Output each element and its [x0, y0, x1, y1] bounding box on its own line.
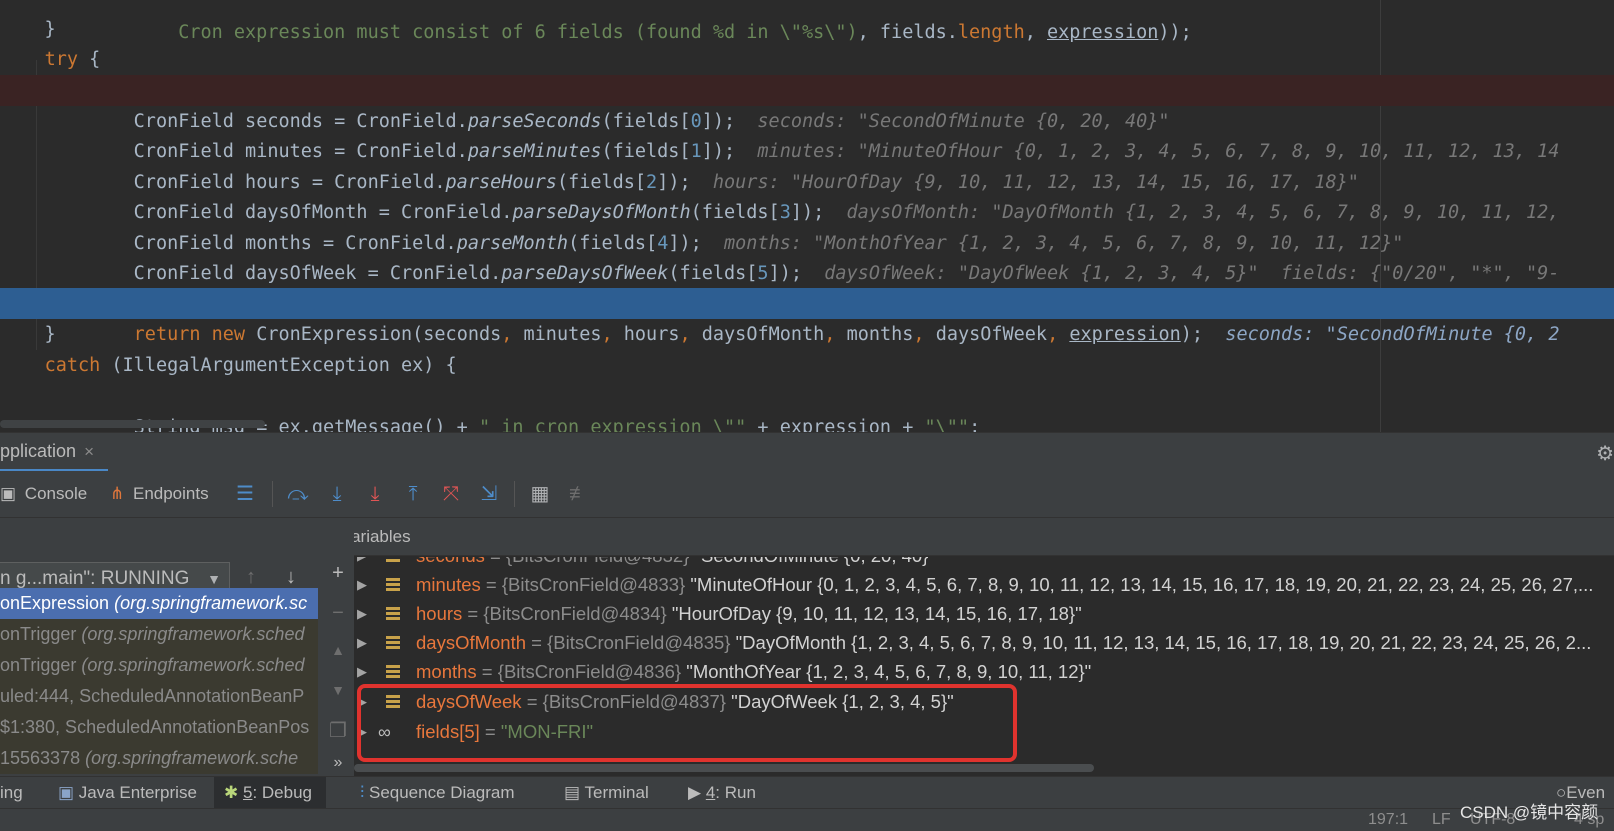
tool-tab-java-enterprise[interactable]: ▣ Java Enterprise [58, 777, 197, 809]
bug-icon: ✱ [224, 783, 239, 802]
frame-item[interactable]: 15563378 (org.springframework.sche [0, 743, 318, 774]
evaluate-expression-icon[interactable]: ▦ [527, 482, 553, 506]
close-icon[interactable]: × [84, 442, 94, 461]
debug-tool-window-header: pplication × ⚙ [0, 432, 1614, 472]
code-line-breakpoint: CronField seconds = CronField.parseSecon… [0, 75, 1614, 132]
step-out-icon[interactable]: ⤒ [400, 482, 426, 506]
code-line: catch (IllegalArgumentException ex) { [44, 355, 457, 376]
copy-icon[interactable]: ❐ [328, 718, 348, 743]
layout-menu-icon[interactable]: ☰ [232, 482, 258, 506]
code-line: CronField hours = CronField.parseHours(f… [133, 172, 1359, 193]
code-line: } [0, 324, 56, 345]
frame-item-selected[interactable]: onExpression (org.springframework.sc [0, 588, 318, 619]
java-enterprise-icon: ▣ [58, 783, 75, 802]
line-separator[interactable]: LF [1432, 809, 1451, 831]
expand-arrow-icon[interactable]: ▶ [357, 599, 367, 629]
trace-stream-icon[interactable]: ≢ [566, 482, 592, 506]
force-step-into-icon[interactable]: ⤓ [362, 482, 388, 506]
tool-window-bar: ing ▣ Java Enterprise ✱ 5: Debug ⫶ Seque… [0, 776, 1614, 809]
variables-side-toolbar: + − ▲ ▼ ❐ » [320, 518, 354, 776]
field-icon [386, 578, 400, 593]
current-execution-line: return new CronExpression(seconds, minut… [0, 288, 1614, 345]
toolbar-divider [514, 481, 515, 507]
tool-tab-debug[interactable]: ✱ 5: Debug [214, 777, 326, 809]
toolbar-divider [272, 481, 273, 507]
run-to-cursor-icon[interactable]: ⇲ [476, 482, 502, 506]
frame-item[interactable]: onTrigger (org.springframework.sched [0, 650, 318, 681]
console-tab[interactable]: ▣ Console [0, 471, 87, 517]
variable-row[interactable]: ▶ daysOfMonth = {BitsCronField@4835} "Da… [354, 628, 1614, 658]
tool-tab-terminal[interactable]: ▤ Terminal [564, 777, 649, 809]
code-line: } [0, 19, 56, 40]
add-watch-icon[interactable]: + [328, 562, 348, 585]
caret-position[interactable]: 197:1 [1368, 809, 1408, 831]
frame-item[interactable]: onTrigger (org.springframework.sched [0, 619, 318, 650]
field-icon [386, 665, 400, 680]
step-over-icon[interactable]: ⤼ [285, 482, 311, 506]
sequence-diagram-icon: ⫶ [360, 783, 365, 802]
inline-debug-value: daysOfWeek: "DayOfWeek {1, 2, 3, 4, 5}" … [824, 263, 1560, 284]
variable-row[interactable]: ▶ hours = {BitsCronField@4834} "HourOfDa… [354, 599, 1614, 629]
variable-row[interactable]: ▶ minutes = {BitsCronField@4833} "Minute… [354, 570, 1614, 600]
code-line: CronField months = CronField.parseMonth(… [133, 233, 1404, 254]
variable-row[interactable]: ▶ months = {BitsCronField@4836} "MonthOf… [354, 657, 1614, 687]
variables-horizontal-scrollbar[interactable] [354, 764, 1094, 772]
run-config-tab[interactable]: pplication × [0, 433, 108, 472]
console-icon: ▣ [0, 484, 17, 503]
arrow-up-icon[interactable]: ↑ [246, 566, 256, 589]
endpoints-tab[interactable]: ⋔ Endpoints [110, 471, 209, 517]
expand-arrow-icon[interactable]: ▶ [357, 570, 367, 600]
more-icon[interactable]: » [328, 754, 348, 772]
expand-arrow-icon[interactable]: ▶ [357, 657, 367, 687]
expand-arrow-icon[interactable]: ▶ [357, 628, 367, 658]
variable-row[interactable]: ▶ seconds = {BitsCronField@4832} "Second… [354, 557, 1614, 571]
code-line: CronField minutes = CronField.parseMinut… [133, 141, 1560, 162]
debugger-toolbar: ▣ Console ⋔ Endpoints ☰ ⤼ ⤓ ⤓ ⤒ ⤧ ⇲ ▦ ≢ [0, 471, 1614, 518]
frame-item[interactable]: $1:380, ScheduledAnnotationBeanPos [0, 712, 318, 743]
arrow-down-icon[interactable]: ↓ [286, 566, 296, 589]
expand-arrow-icon[interactable]: ▶ [357, 557, 367, 571]
gear-icon[interactable]: ⚙ [1596, 441, 1614, 466]
code-line: CronField daysOfWeek = CronField.parseDa… [133, 263, 1560, 284]
frames-panel: n g...main": RUNNING ▼ ↑ ↓ onExpression … [0, 518, 320, 776]
tool-tab-sequence-diagram[interactable]: ⫶ Sequence Diagram [360, 777, 515, 809]
code-editor[interactable]: Cron expression must consist of 6 fields… [0, 0, 1614, 432]
field-icon [386, 607, 400, 622]
endpoints-icon: ⋔ [110, 484, 125, 503]
terminal-icon: ▤ [564, 783, 581, 802]
remove-watch-icon[interactable]: − [328, 602, 348, 625]
code-line: try { [44, 49, 101, 70]
field-icon [386, 636, 400, 651]
watermark: CSDN @镜中容颜 [1460, 803, 1599, 822]
tool-tab-run[interactable]: ▶ 4: Run [688, 777, 756, 809]
play-icon: ▶ [688, 783, 702, 802]
step-into-icon[interactable]: ⤓ [324, 482, 350, 506]
code-line: String msg = ex.getMessage() + " in cron… [133, 417, 981, 432]
move-down-icon[interactable]: ▼ [328, 682, 348, 698]
field-icon [386, 557, 400, 564]
code-line: CronField daysOfMonth = CronField.parseD… [133, 202, 1560, 223]
editor-horizontal-scrollbar[interactable] [0, 420, 265, 428]
frame-item[interactable]: uled:444, ScheduledAnnotationBeanP [0, 681, 318, 712]
tool-tab-cut[interactable]: ing [0, 777, 23, 809]
annotation-highlight-box [357, 684, 1017, 762]
status-bar: 197:1 LF UTF-8 4 sp [0, 808, 1614, 831]
move-up-icon[interactable]: ▲ [328, 642, 348, 658]
variables-header: Variables [320, 518, 1614, 556]
drop-frame-icon[interactable]: ⤧ [438, 482, 464, 506]
